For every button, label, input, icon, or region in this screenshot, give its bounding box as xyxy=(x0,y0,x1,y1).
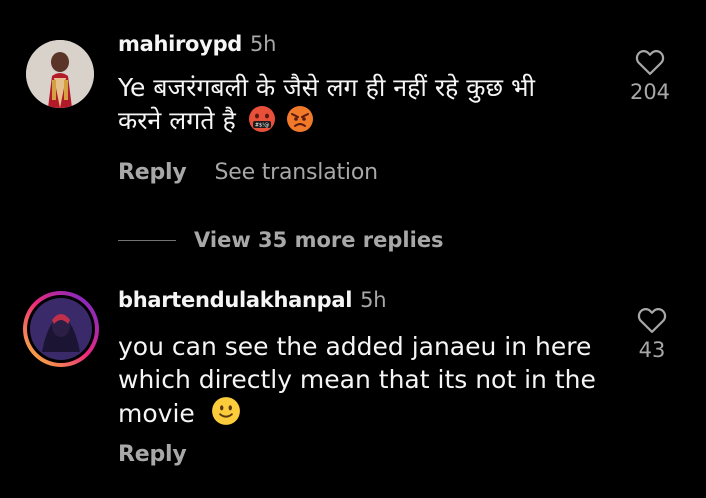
avatar[interactable] xyxy=(22,290,100,368)
timestamp: 5h xyxy=(360,288,387,312)
reply-button[interactable]: Reply xyxy=(118,442,187,467)
comment-text-line: movie xyxy=(118,399,195,428)
heart-outline-icon xyxy=(637,308,667,333)
comment-text: Ye बजरंगबली के जैसे लग ही नहीं रहे कुछ भ… xyxy=(118,71,535,141)
like-count: 204 xyxy=(629,80,671,104)
comment-actions: Reply See translation xyxy=(118,160,406,185)
heart-outline-icon xyxy=(635,50,665,75)
angry-face-icon xyxy=(286,105,314,141)
view-more-replies-button[interactable]: View 35 more replies xyxy=(118,228,444,252)
reply-button[interactable]: Reply xyxy=(118,160,187,185)
comment-actions: Reply xyxy=(118,442,215,467)
comment-header: bhartendulakhanpal 5h xyxy=(118,288,387,312)
comment-header: mahiroypd 5h xyxy=(118,32,276,56)
comment-text-line-with-emoji: movie xyxy=(118,396,596,434)
comment-item: bhartendulakhanpal 5h you can see the add… xyxy=(0,280,706,498)
see-translation-button[interactable]: See translation xyxy=(215,160,379,185)
comment-text: you can see the added janaeu in here whi… xyxy=(118,330,596,434)
username[interactable]: bhartendulakhanpal xyxy=(118,288,352,312)
avatar[interactable] xyxy=(26,40,94,108)
comment-text-line: which directly mean that its not in the xyxy=(118,365,596,394)
view-more-label: View 35 more replies xyxy=(194,228,444,252)
svg-text:#$!@: #$!@ xyxy=(255,123,269,129)
comment-text-line: Ye बजरंगबली के जैसे लग ही नहीं रहे कुछ भ… xyxy=(118,73,536,102)
username[interactable]: mahiroypd xyxy=(118,32,242,56)
comment-text-line-with-emoji: करने लगते है #$!@ xyxy=(118,104,535,141)
divider xyxy=(118,239,176,241)
face-with-symbols-on-mouth-icon: #$!@ xyxy=(248,105,276,141)
timestamp: 5h xyxy=(250,32,277,56)
like-button[interactable]: 43 xyxy=(622,306,682,362)
comment-item: mahiroypd 5h Ye बजरंगबली के जैसे लग ही नह… xyxy=(0,0,706,210)
comment-text-line: you can see the added janaeu in here xyxy=(118,332,592,361)
like-count: 43 xyxy=(638,338,666,362)
slightly-smiling-face-icon xyxy=(211,396,241,434)
comment-text-line: करने लगते है xyxy=(118,106,236,135)
like-button[interactable]: 204 xyxy=(620,48,680,104)
